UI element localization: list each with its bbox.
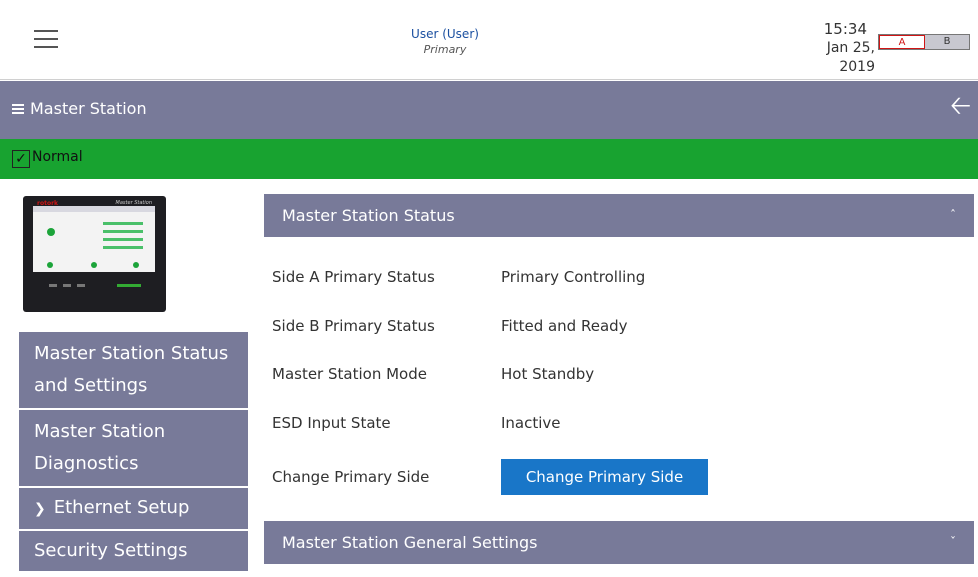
- top-header: User (User) Primary 15:34 Jan 25, 2019 A…: [0, 0, 978, 80]
- sidebar-item-security-settings[interactable]: Security Settings: [19, 531, 248, 573]
- list-icon: [12, 103, 24, 114]
- checkmark-icon: ✓: [12, 150, 30, 168]
- title-bar: Master Station 🡠: [0, 81, 978, 139]
- device-screen-line: [103, 222, 143, 225]
- device-status-dot: [133, 262, 139, 268]
- clock: 15:34 Jan 25, 2019: [795, 20, 875, 77]
- hamburger-menu-icon[interactable]: [34, 30, 58, 48]
- change-primary-label: Change Primary Side: [272, 468, 430, 486]
- status-bar: ✓ Normal: [0, 139, 978, 179]
- status-row-key: Side A Primary Status: [272, 268, 435, 286]
- device-screen: [33, 206, 155, 272]
- side-a-indicator[interactable]: A: [879, 35, 925, 49]
- device-button: [117, 284, 141, 287]
- status-row-key: Side B Primary Status: [272, 317, 435, 335]
- sidebar-item-ethernet-setup[interactable]: ❯ Ethernet Setup: [19, 488, 248, 531]
- device-button: [77, 284, 85, 287]
- general-settings-panel-title: Master Station General Settings: [282, 533, 538, 552]
- sidebar-nav: Master Station Status and Settings Maste…: [19, 332, 248, 573]
- status-row-value: Fitted and Ready: [501, 317, 628, 335]
- chevron-up-icon[interactable]: ˆ: [950, 194, 956, 237]
- general-settings-panel-header[interactable]: Master Station General Settings ˇ: [264, 521, 974, 564]
- device-image: rotork Master Station: [23, 196, 166, 312]
- device-button: [49, 284, 57, 287]
- clock-date: Jan 25, 2019: [826, 40, 875, 75]
- device-screen-line: [103, 246, 143, 249]
- user-name[interactable]: User (User): [340, 26, 550, 42]
- sidebar-item-status-settings[interactable]: Master Station Status and Settings: [19, 332, 248, 410]
- device-title: Master Station: [115, 200, 152, 206]
- status-row-value: Hot Standby: [501, 365, 595, 383]
- device-status-dot: [47, 228, 55, 236]
- status-panel-title: Master Station Status: [282, 206, 455, 225]
- device-brand: rotork: [37, 200, 59, 207]
- side-b-indicator[interactable]: B: [925, 35, 969, 49]
- sidebar-item-diagnostics[interactable]: Master Station Diagnostics: [19, 410, 248, 488]
- device-screen-line: [103, 238, 143, 241]
- status-row-key: Master Station Mode: [272, 365, 427, 383]
- change-primary-side-button[interactable]: Change Primary Side: [501, 459, 708, 495]
- status-row-value: Primary Controlling: [501, 268, 646, 286]
- device-status-dot: [91, 262, 97, 268]
- user-info[interactable]: User (User) Primary: [340, 26, 550, 57]
- device-button: [63, 284, 71, 287]
- status-row-value: Inactive: [501, 414, 561, 432]
- clock-time: 15:34: [823, 20, 867, 38]
- status-panel-header[interactable]: Master Station Status ˆ: [264, 194, 974, 237]
- back-arrow-icon[interactable]: 🡠: [950, 91, 971, 121]
- chevron-right-icon: ❯: [34, 501, 46, 517]
- chevron-down-icon[interactable]: ˇ: [950, 521, 956, 564]
- sidebar-item-label: Ethernet Setup: [53, 497, 190, 518]
- page-title: Master Station: [12, 99, 147, 118]
- user-role: Primary: [423, 43, 467, 56]
- device-screen-line: [103, 230, 143, 233]
- status-row-key: ESD Input State: [272, 414, 391, 432]
- side-ab-switch[interactable]: A B: [878, 34, 970, 50]
- status-label: Normal: [32, 149, 83, 165]
- page-title-text: Master Station: [30, 99, 147, 118]
- device-status-dot: [47, 262, 53, 268]
